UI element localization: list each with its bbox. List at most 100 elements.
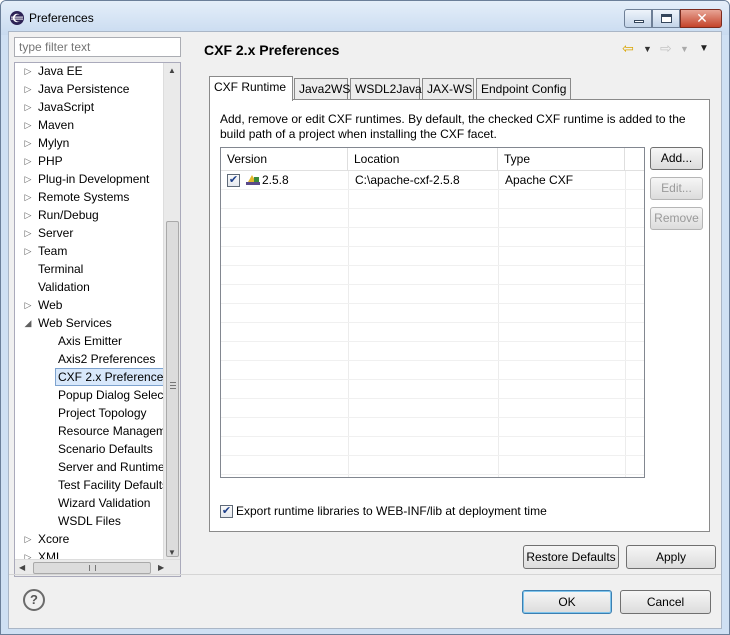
collapsed-arrow-icon[interactable]: ▷ — [23, 206, 33, 224]
minimize-button[interactable] — [624, 9, 652, 28]
empty-table-row — [221, 209, 644, 228]
tree-item[interactable]: ▷ JavaScript — [15, 98, 163, 116]
tree-item[interactable]: ▷ Web — [15, 296, 163, 314]
tree-item[interactable]: ▷ Remote Systems — [15, 188, 163, 206]
scrollbar-thumb[interactable] — [166, 221, 179, 557]
collapsed-arrow-icon[interactable]: ▷ — [23, 134, 33, 152]
tab-jax-ws[interactable]: JAX-WS — [422, 78, 474, 100]
tree-item[interactable]: ▷ Maven — [15, 116, 163, 134]
tree-item[interactable]: ▷ Team — [15, 242, 163, 260]
title-bar[interactable]: Preferences ✕ — [1, 1, 729, 35]
add-button[interactable]: Add... — [650, 147, 703, 170]
tree-item-label: Maven — [38, 118, 75, 132]
tree-item-label: Project Topology — [58, 406, 147, 420]
cancel-button[interactable]: Cancel — [620, 590, 711, 614]
tab-endpoint-config[interactable]: Endpoint Config — [476, 78, 571, 100]
chevron-down-icon[interactable]: ▼ — [643, 44, 652, 54]
help-icon[interactable]: ? — [23, 589, 45, 611]
tree-item[interactable]: Validation — [15, 278, 163, 296]
expanded-arrow-icon[interactable]: ◢ — [23, 314, 33, 332]
tree-item[interactable]: Resource Managem — [15, 422, 166, 440]
scrollbar-thumb[interactable] — [33, 562, 151, 574]
tree-item-label: Validation — [38, 280, 90, 294]
tree-item[interactable]: ▷ Server — [15, 224, 163, 242]
forward-arrow-icon[interactable]: ⇨ — [660, 40, 672, 57]
tree-item[interactable]: ▷ Plug-in Development — [15, 170, 163, 188]
apply-button[interactable]: Apply — [626, 545, 716, 569]
remove-button[interactable]: Remove — [650, 207, 703, 230]
tree-item[interactable]: Terminal — [15, 260, 163, 278]
collapsed-arrow-icon[interactable]: ▷ — [23, 188, 33, 206]
tree-item-label: Java Persistence — [38, 82, 130, 96]
preference-tree[interactable]: ▷ XML ▷ Xcore WSDL Files Wizard Validation Tes… — [14, 62, 181, 577]
tree-item[interactable]: Server and Runtime — [15, 458, 165, 476]
scroll-right-icon[interactable]: ▶ — [158, 563, 164, 572]
export-checkbox[interactable]: ✔ — [220, 505, 233, 518]
tab-cxf-runtime[interactable]: CXF Runtime — [209, 76, 293, 101]
runtimes-table[interactable]: Version Location Type ✔ 2.5.8 C:\apache-… — [220, 147, 645, 478]
tree-item[interactable]: Test Facility Defaults — [15, 476, 168, 494]
tree-item[interactable]: ▷ Java Persistence — [15, 80, 163, 98]
empty-table-row — [221, 323, 644, 342]
tree-item-label: Wizard Validation — [58, 496, 151, 510]
restore-defaults-button[interactable]: Restore Defaults — [523, 545, 619, 569]
scroll-down-icon[interactable]: ▼ — [168, 548, 176, 557]
column-header-location[interactable]: Location — [348, 148, 498, 171]
close-icon: ✕ — [696, 10, 708, 26]
collapsed-arrow-icon[interactable]: ▷ — [23, 224, 33, 242]
scroll-left-icon[interactable]: ◀ — [19, 563, 25, 572]
tree-item-label: Axis2 Preferences — [58, 352, 156, 366]
collapsed-arrow-icon[interactable]: ▷ — [23, 242, 33, 260]
tree-item[interactable]: ▷ Run/Debug — [15, 206, 163, 224]
tree-item[interactable]: CXF 2.x Preferences — [15, 368, 173, 386]
empty-table-row — [221, 228, 644, 247]
window-title: Preferences — [29, 11, 94, 25]
maximize-button[interactable] — [652, 9, 680, 28]
tree-item[interactable]: Wizard Validation — [15, 494, 163, 512]
column-header-type[interactable]: Type — [498, 148, 625, 171]
preferences-window: Preferences ✕ ▷XML▷XcoreWSDL FilesWizard… — [0, 0, 730, 635]
tree-item[interactable]: Scenario Defaults — [15, 440, 163, 458]
tree-item[interactable]: Axis2 Preferences — [15, 350, 163, 368]
collapsed-arrow-icon[interactable]: ▷ — [23, 80, 33, 98]
tree-item-label: Run/Debug — [38, 208, 99, 222]
collapsed-arrow-icon[interactable]: ▷ — [23, 152, 33, 170]
ok-button[interactable]: OK — [522, 590, 612, 614]
collapsed-arrow-icon[interactable]: ▷ — [23, 98, 33, 116]
collapsed-arrow-icon[interactable]: ▷ — [23, 116, 33, 134]
edit-button[interactable]: Edit... — [650, 177, 703, 200]
grip-line — [170, 385, 176, 386]
collapsed-arrow-icon[interactable]: ▷ — [23, 170, 33, 188]
collapsed-arrow-icon[interactable]: ▷ — [23, 63, 33, 80]
tree-item[interactable]: ▷ PHP — [15, 152, 163, 170]
tree-item[interactable]: Project Topology — [15, 404, 163, 422]
tab-content: Add, remove or edit CXF runtimes. By def… — [209, 99, 710, 532]
empty-table-row — [221, 266, 644, 285]
chevron-down-icon[interactable]: ▼ — [680, 44, 689, 54]
view-menu-icon[interactable]: ▼ — [699, 43, 709, 54]
back-arrow-icon[interactable]: ⇦ — [622, 40, 634, 57]
tree-item[interactable]: WSDL Files — [15, 512, 163, 530]
empty-table-row — [221, 285, 644, 304]
empty-table-row — [221, 437, 644, 456]
runtime-checkbox[interactable]: ✔ — [227, 174, 240, 187]
tree-item-label: Web — [38, 298, 63, 312]
tree-item[interactable]: ▷ Xcore — [15, 530, 163, 548]
close-button[interactable]: ✕ — [680, 9, 722, 28]
tree-item[interactable]: ▷ Mylyn — [15, 134, 163, 152]
export-label: Export runtime libraries to WEB-INF/lib … — [236, 504, 547, 518]
tree-item[interactable]: ◢ Web Services — [15, 314, 163, 332]
tree-item[interactable]: Axis Emitter — [15, 332, 163, 350]
filter-input[interactable] — [14, 37, 181, 57]
column-header-version[interactable]: Version — [221, 148, 348, 171]
tab-java2ws[interactable]: Java2WS — [294, 78, 350, 100]
collapsed-arrow-icon[interactable]: ▷ — [23, 530, 33, 548]
scroll-up-icon[interactable]: ▲ — [168, 66, 176, 75]
collapsed-arrow-icon[interactable]: ▷ — [23, 296, 33, 314]
tree-vertical-scrollbar[interactable]: ▲ ▼ — [163, 63, 180, 560]
tree-item[interactable]: ▷ Java EE — [15, 63, 163, 80]
tree-item[interactable]: Popup Dialog Select — [15, 386, 167, 404]
tab-wsdl2java[interactable]: WSDL2Java — [350, 78, 422, 100]
table-row[interactable]: ✔ 2.5.8 C:\apache-cxf-2.5.8 Apache CXF — [221, 171, 644, 190]
table-header: Version Location Type — [221, 148, 644, 171]
